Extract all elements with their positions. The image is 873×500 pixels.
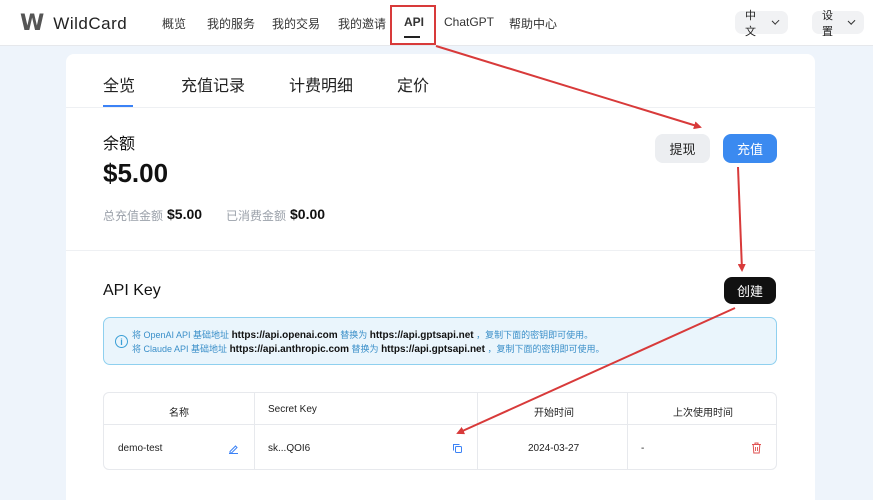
annotation-arrows — [435, 45, 746, 435]
annotation-arrow — [456, 307, 736, 435]
annotation-arrow — [435, 45, 702, 130]
annotation-arrow — [737, 166, 746, 272]
